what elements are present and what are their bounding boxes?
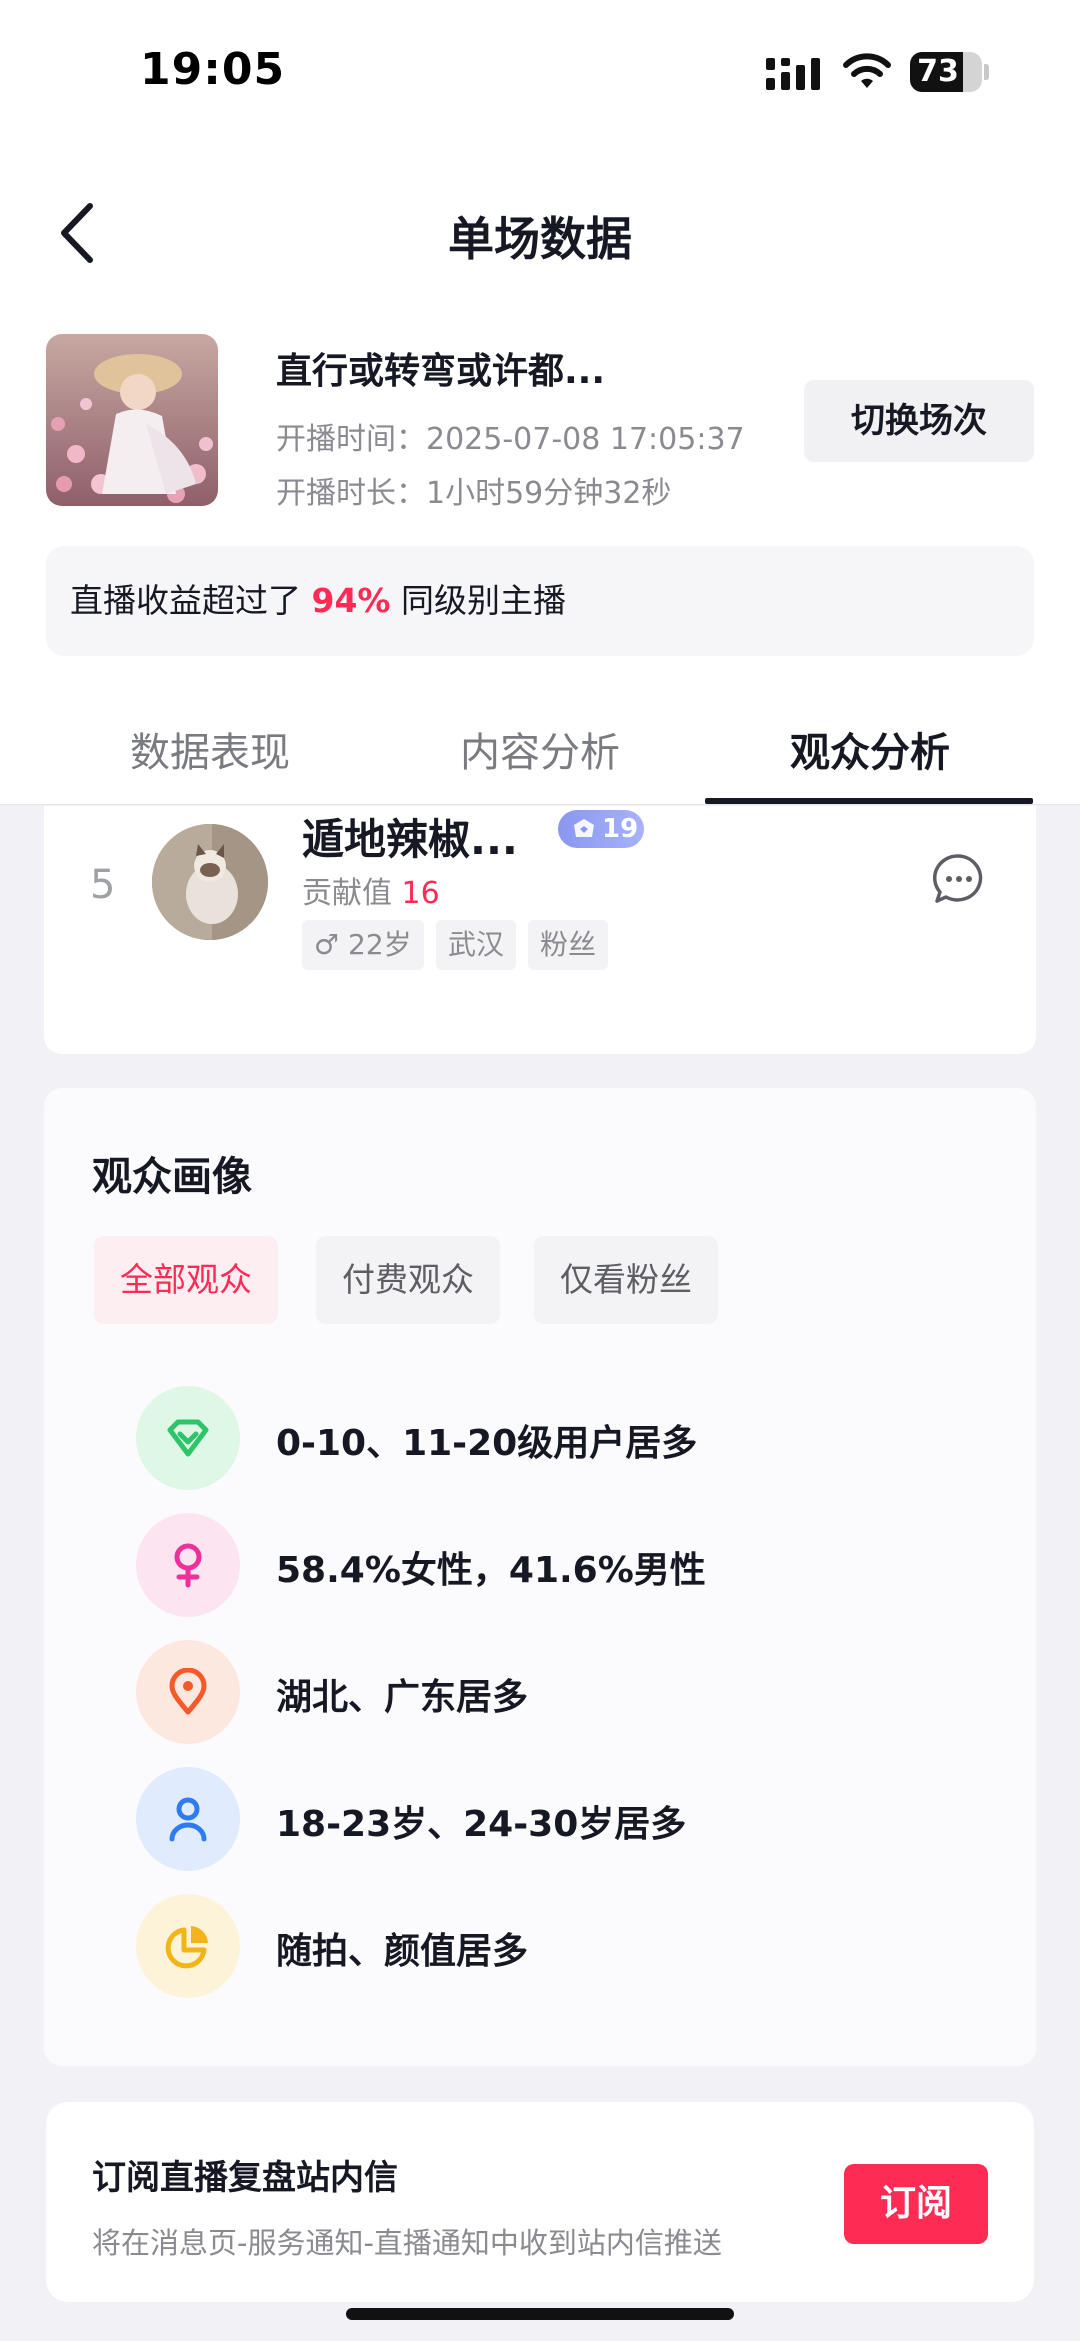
contribution-label: 贡献值 16 <box>302 868 440 912</box>
ranking-card: 5 遁地辣椒... 19 贡献值 16 ♂ 22岁 武汉 粉丝 <box>44 806 1036 1054</box>
contribution-text: 贡献值 <box>302 876 402 911</box>
income-suffix: 同级别主播 <box>390 581 566 620</box>
level-icon <box>574 819 594 837</box>
wifi-icon <box>843 53 891 88</box>
level-value: 19 <box>602 814 639 844</box>
subscribe-button[interactable]: 订阅 <box>844 2164 988 2244</box>
subscribe-description: 将在消息页-服务通知-直播通知中收到站内信推送 <box>92 2226 722 2260</box>
switch-session-button[interactable]: 切换场次 <box>804 380 1034 462</box>
battery-level-text: 73 <box>917 54 959 89</box>
status-time: 19:05 <box>140 44 286 95</box>
location-icon <box>136 1640 240 1744</box>
income-percent: 94% <box>311 581 391 620</box>
tab-content-analysis[interactable]: 内容分析 <box>375 720 705 778</box>
active-tab-indicator <box>705 798 1033 804</box>
tab-data-performance[interactable]: 数据表现 <box>45 720 375 778</box>
stat-age-text: 18-23岁、24-30岁居多 <box>276 1804 687 1845</box>
avatar[interactable] <box>152 824 268 940</box>
audience-portrait-card: 观众画像 全部观众 付费观众 仅看粉丝 0-10、11-20级用户居多 58.4… <box>44 1088 1036 2066</box>
viewer-city-tag: 武汉 <box>436 920 517 970</box>
stat-level-text: 0-10、11-20级用户居多 <box>276 1423 698 1464</box>
viewer-gender-age-tag: ♂ 22岁 <box>302 920 424 970</box>
tab-audience-analysis[interactable]: 观众分析 <box>705 720 1035 778</box>
battery-indicator: 73 <box>910 52 982 92</box>
stat-region: 湖北、广东居多 <box>136 1640 986 1744</box>
home-indicator[interactable] <box>346 2308 734 2320</box>
filter-all-audience[interactable]: 全部观众 <box>94 1236 278 1324</box>
income-prefix: 直播收益超过了 <box>70 581 312 620</box>
income-banner: 直播收益超过了 94% 同级别主播 <box>46 546 1034 656</box>
page-title: 单场数据 <box>448 212 632 266</box>
stat-age: 18-23岁、24-30岁居多 <box>136 1767 986 1871</box>
viewer-name: 遁地辣椒... <box>302 815 518 864</box>
stat-gender-text: 58.4%女性，41.6%男性 <box>276 1550 706 1591</box>
stat-interest: 随拍、颜值居多 <box>136 1894 986 1998</box>
female-icon <box>136 1513 240 1617</box>
stat-region-text: 湖北、广东居多 <box>276 1677 529 1718</box>
stat-gender: 58.4%女性，41.6%男性 <box>136 1513 986 1617</box>
user-icon <box>136 1767 240 1871</box>
stat-interest-text: 随拍、颜值居多 <box>276 1931 529 1972</box>
subscribe-title: 订阅直播复盘站内信 <box>92 2158 398 2198</box>
pie-icon <box>136 1894 240 1998</box>
message-icon[interactable] <box>932 852 986 906</box>
live-title: 直行或转弯或许都... <box>276 351 606 392</box>
viewer-fan-tag: 粉丝 <box>528 920 609 970</box>
subscribe-card: 订阅直播复盘站内信 将在消息页-服务通知-直播通知中收到站内信推送 订阅 <box>46 2102 1034 2302</box>
level-badge: 19 <box>558 810 644 848</box>
portrait-title: 观众画像 <box>92 1154 252 1200</box>
status-bar: 19:05 73 <box>0 0 1080 140</box>
rank-number: 5 <box>90 862 116 908</box>
tab-bar: 数据表现 内容分析 观众分析 <box>0 700 1080 805</box>
stat-level: 0-10、11-20级用户居多 <box>136 1386 986 1490</box>
battery-tip <box>984 64 989 80</box>
filter-paying-audience[interactable]: 付费观众 <box>316 1236 500 1324</box>
live-start-time: 开播时间：2025-07-08 17:05:37 <box>276 422 745 457</box>
cellular-signal-icon <box>766 58 820 90</box>
filter-fans-only[interactable]: 仅看粉丝 <box>534 1236 718 1324</box>
live-duration: 开播时长：1小时59分钟32秒 <box>276 476 672 511</box>
diamond-icon <box>136 1386 240 1490</box>
live-cover-image <box>46 334 218 506</box>
contribution-value: 16 <box>401 876 440 911</box>
